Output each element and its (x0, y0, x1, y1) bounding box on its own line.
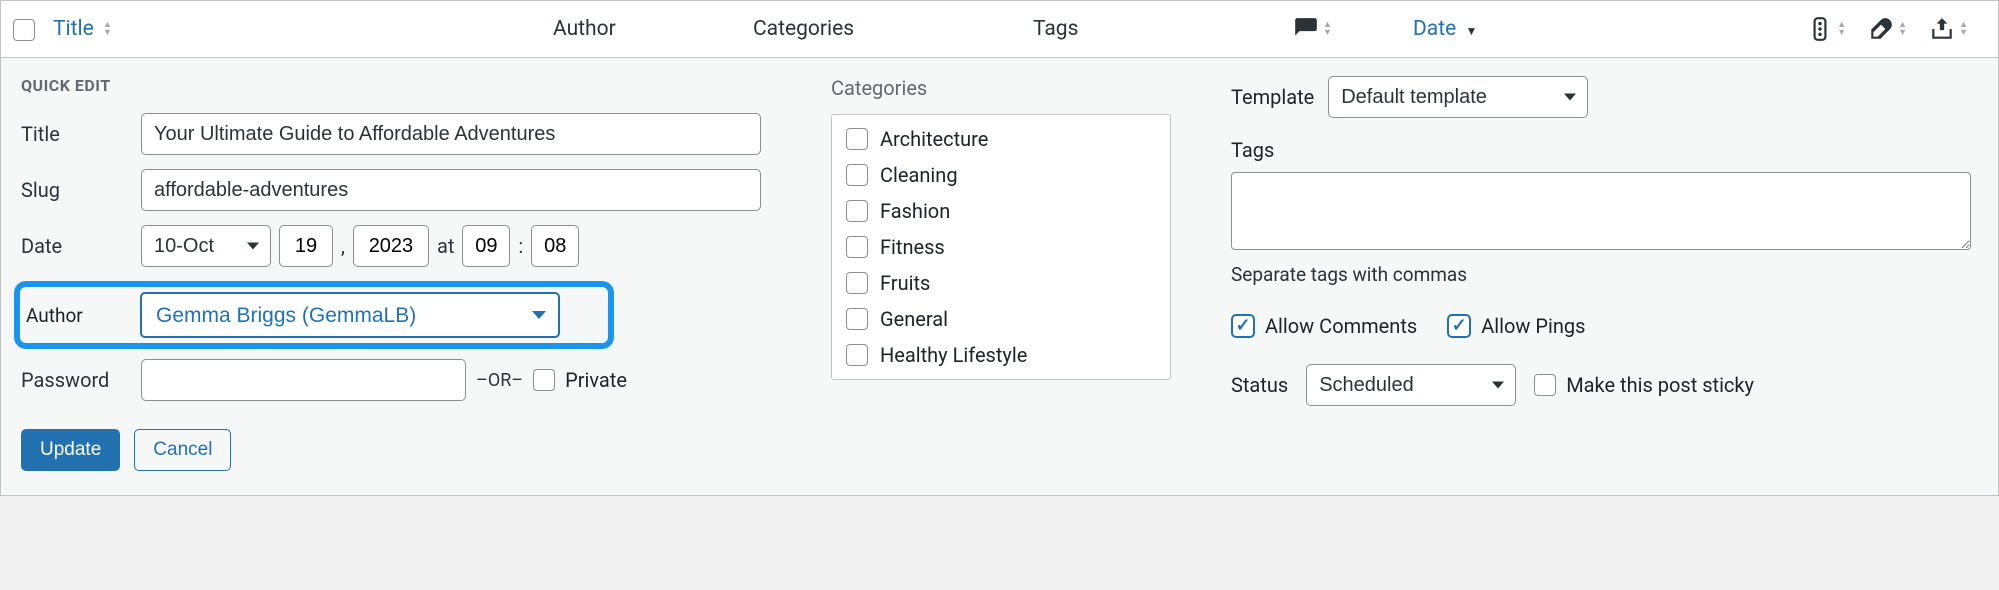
outbox-icon[interactable] (1929, 16, 1955, 42)
category-item[interactable]: Architecture (846, 127, 1156, 151)
label-at: at (437, 234, 454, 258)
feather-icon[interactable] (1868, 16, 1894, 42)
label-date: Date (21, 234, 131, 258)
sort-caret-icon (103, 21, 112, 37)
year-input[interactable] (353, 225, 429, 267)
private-checkbox[interactable] (533, 369, 555, 391)
label-allow-comments: Allow Comments (1265, 314, 1417, 338)
quick-edit-panel: QUICK EDIT Title Slug Date 10-Oct , (0, 58, 1999, 496)
template-select[interactable]: Default template (1328, 76, 1588, 118)
col-header-tags[interactable]: Tags (1033, 17, 1078, 41)
categories-list: Architecture Cleaning Fashion Fitness Fr… (831, 114, 1171, 380)
category-checkbox[interactable] (846, 200, 868, 222)
password-input[interactable] (141, 359, 466, 401)
sort-caret-icon (1898, 21, 1907, 37)
col-header-title[interactable]: Title (53, 17, 112, 41)
sort-desc-icon (1461, 17, 1477, 41)
title-input[interactable] (141, 113, 761, 155)
comments-icon[interactable] (1293, 16, 1319, 42)
categories-heading: Categories (831, 76, 1201, 100)
quick-edit-heading: QUICK EDIT (21, 76, 801, 95)
sticky-checkbox[interactable] (1534, 374, 1556, 396)
column-header-row: Title Author Categories Tags Date (0, 0, 1999, 58)
allow-pings-checkbox[interactable] (1447, 314, 1471, 338)
label-password: Password (21, 368, 131, 392)
col-header-date[interactable]: Date (1413, 17, 1477, 41)
category-checkbox[interactable] (846, 308, 868, 330)
category-checkbox[interactable] (846, 164, 868, 186)
sort-caret-icon (1323, 21, 1332, 37)
label-title: Title (21, 122, 131, 146)
category-checkbox[interactable] (846, 344, 868, 366)
update-button[interactable]: Update (21, 429, 120, 471)
label-allow-pings: Allow Pings (1481, 314, 1585, 338)
category-checkbox[interactable] (846, 272, 868, 294)
category-item[interactable]: Fitness (846, 235, 1156, 259)
category-item[interactable]: Cleaning (846, 163, 1156, 187)
sort-caret-icon (1959, 21, 1968, 37)
label-sticky: Make this post sticky (1566, 373, 1754, 397)
allow-comments-checkbox[interactable] (1231, 314, 1255, 338)
date-comma: , (341, 234, 345, 258)
tags-hint: Separate tags with commas (1231, 263, 1978, 286)
category-checkbox[interactable] (846, 236, 868, 258)
select-all-checkbox[interactable] (13, 19, 35, 41)
author-select[interactable]: Gemma Briggs (GemmaLB) (140, 292, 560, 338)
category-item[interactable]: Fashion (846, 199, 1156, 223)
sort-caret-icon (1837, 21, 1846, 37)
label-status: Status (1231, 373, 1288, 397)
col-header-categories[interactable]: Categories (753, 17, 854, 41)
author-highlight-box: Author Gemma Briggs (GemmaLB) (14, 281, 614, 349)
traffic-light-icon[interactable] (1807, 16, 1833, 42)
day-input[interactable] (279, 225, 333, 267)
month-select[interactable]: 10-Oct (141, 225, 271, 267)
label-tags: Tags (1231, 138, 1978, 162)
label-or: –OR– (476, 370, 523, 391)
cancel-button[interactable]: Cancel (134, 429, 231, 471)
hour-input[interactable] (462, 225, 510, 267)
col-header-author[interactable]: Author (553, 17, 616, 41)
category-item[interactable]: General (846, 307, 1156, 331)
label-template: Template (1231, 85, 1314, 109)
slug-input[interactable] (141, 169, 761, 211)
minute-input[interactable] (531, 225, 579, 267)
category-item[interactable]: Healthy Lifestyle (846, 343, 1156, 367)
label-private: Private (565, 368, 627, 392)
category-item[interactable]: Fruits (846, 271, 1156, 295)
category-checkbox[interactable] (846, 128, 868, 150)
status-select[interactable]: Scheduled (1306, 364, 1516, 406)
label-author: Author (26, 304, 130, 327)
tags-textarea[interactable] (1231, 172, 1971, 250)
label-colon: : (518, 234, 523, 258)
label-slug: Slug (21, 178, 131, 202)
